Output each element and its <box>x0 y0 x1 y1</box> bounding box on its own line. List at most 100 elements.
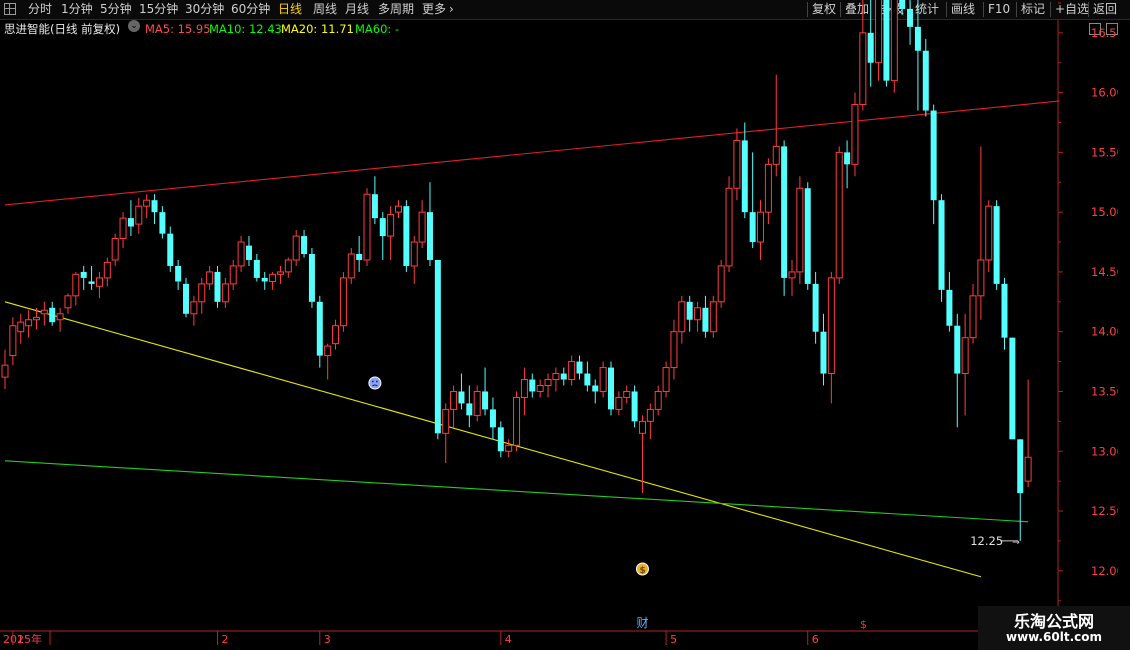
candle-body-up <box>450 390 458 410</box>
candle-body-up <box>520 379 528 398</box>
candle-body-up <box>1 364 9 378</box>
candle-body-up <box>568 361 576 381</box>
candle-body-down <box>576 361 583 374</box>
candle-body-down <box>316 301 323 356</box>
candle-body-down <box>1001 283 1008 338</box>
money-bag-symbol-icon: $ <box>639 566 645 576</box>
candle-body-up <box>513 396 521 446</box>
candle-body-down <box>592 385 599 392</box>
candle-body-up <box>292 235 300 261</box>
candle-body-up <box>757 211 765 243</box>
watermark-url: www.60lt.com <box>1005 630 1103 644</box>
candle-body-up <box>395 205 402 213</box>
candle-body-up <box>505 444 513 452</box>
candle-body-down <box>560 373 567 380</box>
candle-body-down <box>899 0 906 9</box>
candle-body-down <box>812 283 819 332</box>
candle-body-up <box>237 241 245 267</box>
candle-body-up <box>544 379 552 386</box>
candle-body-down <box>183 283 190 314</box>
candle-body-down <box>914 26 921 51</box>
candle-body-up <box>363 193 371 261</box>
candle-body-up <box>654 390 662 410</box>
candle-body-down <box>749 212 756 243</box>
candlestick-chart[interactable]: 21.0020.5020.0019.5019.0018.5018.0017.50… <box>0 0 1130 650</box>
candle-body-up <box>725 187 733 267</box>
candle-body-up <box>638 420 646 434</box>
candle-body-down <box>434 259 441 434</box>
candle-body-up <box>206 271 214 285</box>
candle-body-down <box>529 379 536 392</box>
time-tick-label: 5 <box>670 633 677 646</box>
time-tick-label: 6 <box>812 633 819 646</box>
candle-body-up <box>135 205 143 225</box>
candle-body-down <box>930 110 937 201</box>
candle-body-up <box>552 373 560 381</box>
candle-body-up <box>269 273 277 282</box>
low-marker-arrow: → <box>1012 538 1020 548</box>
candle-body-down <box>356 253 363 260</box>
low-price-label: 12.25 <box>970 534 1003 548</box>
candle-body-down <box>844 152 851 165</box>
sad-face-eye-icon <box>371 380 374 383</box>
candle-body-down <box>403 206 410 266</box>
dividend-event-marker: $ <box>860 618 867 631</box>
trendline-green <box>4 460 1029 523</box>
sad-face-icon <box>368 376 382 390</box>
candle-body-up <box>1024 456 1032 482</box>
candle-body-down <box>489 409 496 428</box>
candle-body-down <box>607 367 614 410</box>
candle-body-up <box>646 408 654 422</box>
candle-body-down <box>584 373 591 386</box>
candle-body-up <box>977 259 985 297</box>
candle-body-down <box>907 8 914 27</box>
watermark: 乐淘公式网 www.60lt.com <box>978 606 1130 650</box>
candle-body-up <box>717 265 725 303</box>
candle-body-up <box>95 277 103 287</box>
candle-body-up <box>9 325 17 357</box>
candle-body-up <box>985 205 993 261</box>
candle-body-down <box>741 140 748 213</box>
candle-body-down <box>379 218 386 237</box>
candle-body-up <box>694 307 702 321</box>
candle-body-down <box>781 146 788 278</box>
candle-body-down <box>308 253 315 302</box>
candle-body-up <box>772 145 780 165</box>
trendline-red <box>4 100 1060 206</box>
candle-body-down <box>214 271 221 302</box>
candle-body-up <box>615 396 623 410</box>
candle-body-up <box>229 265 237 285</box>
candle-body-up <box>709 301 717 333</box>
finance-event-marker: 财 <box>636 616 648 630</box>
candle-body-down <box>883 0 890 81</box>
candle-body-down <box>151 200 158 213</box>
candle-body-up <box>32 316 40 321</box>
candle-body-up <box>764 163 772 213</box>
candle-body-down <box>245 245 252 260</box>
candle-body-down <box>993 206 1000 284</box>
candle-body-down <box>946 289 953 326</box>
right-gutter <box>1118 20 1130 631</box>
candle-body-down <box>167 233 174 266</box>
watermark-title: 乐淘公式网 <box>1013 612 1094 631</box>
candle-body-up <box>64 295 72 309</box>
candle-body-down <box>938 200 945 290</box>
candle-body-down <box>301 236 308 254</box>
candle-body-up <box>347 253 355 279</box>
candle-body-down <box>954 325 961 374</box>
candle-body-down <box>1009 337 1016 440</box>
candle-body-down <box>1017 439 1024 494</box>
candle-body-down <box>261 277 268 282</box>
candle-body-up <box>276 271 284 275</box>
candle-body-up <box>733 139 741 189</box>
candle-body-up <box>339 277 347 327</box>
candle-body-up <box>111 237 119 261</box>
time-tick-label: 4 <box>505 633 512 646</box>
time-tick-label: 2 <box>221 633 228 646</box>
candle-body-down <box>371 194 378 219</box>
candle-body-down <box>820 331 827 374</box>
candle-body-up <box>72 273 80 297</box>
candle-body-down <box>88 281 95 284</box>
candle-body-down <box>922 50 929 111</box>
candle-body-up <box>143 199 151 207</box>
